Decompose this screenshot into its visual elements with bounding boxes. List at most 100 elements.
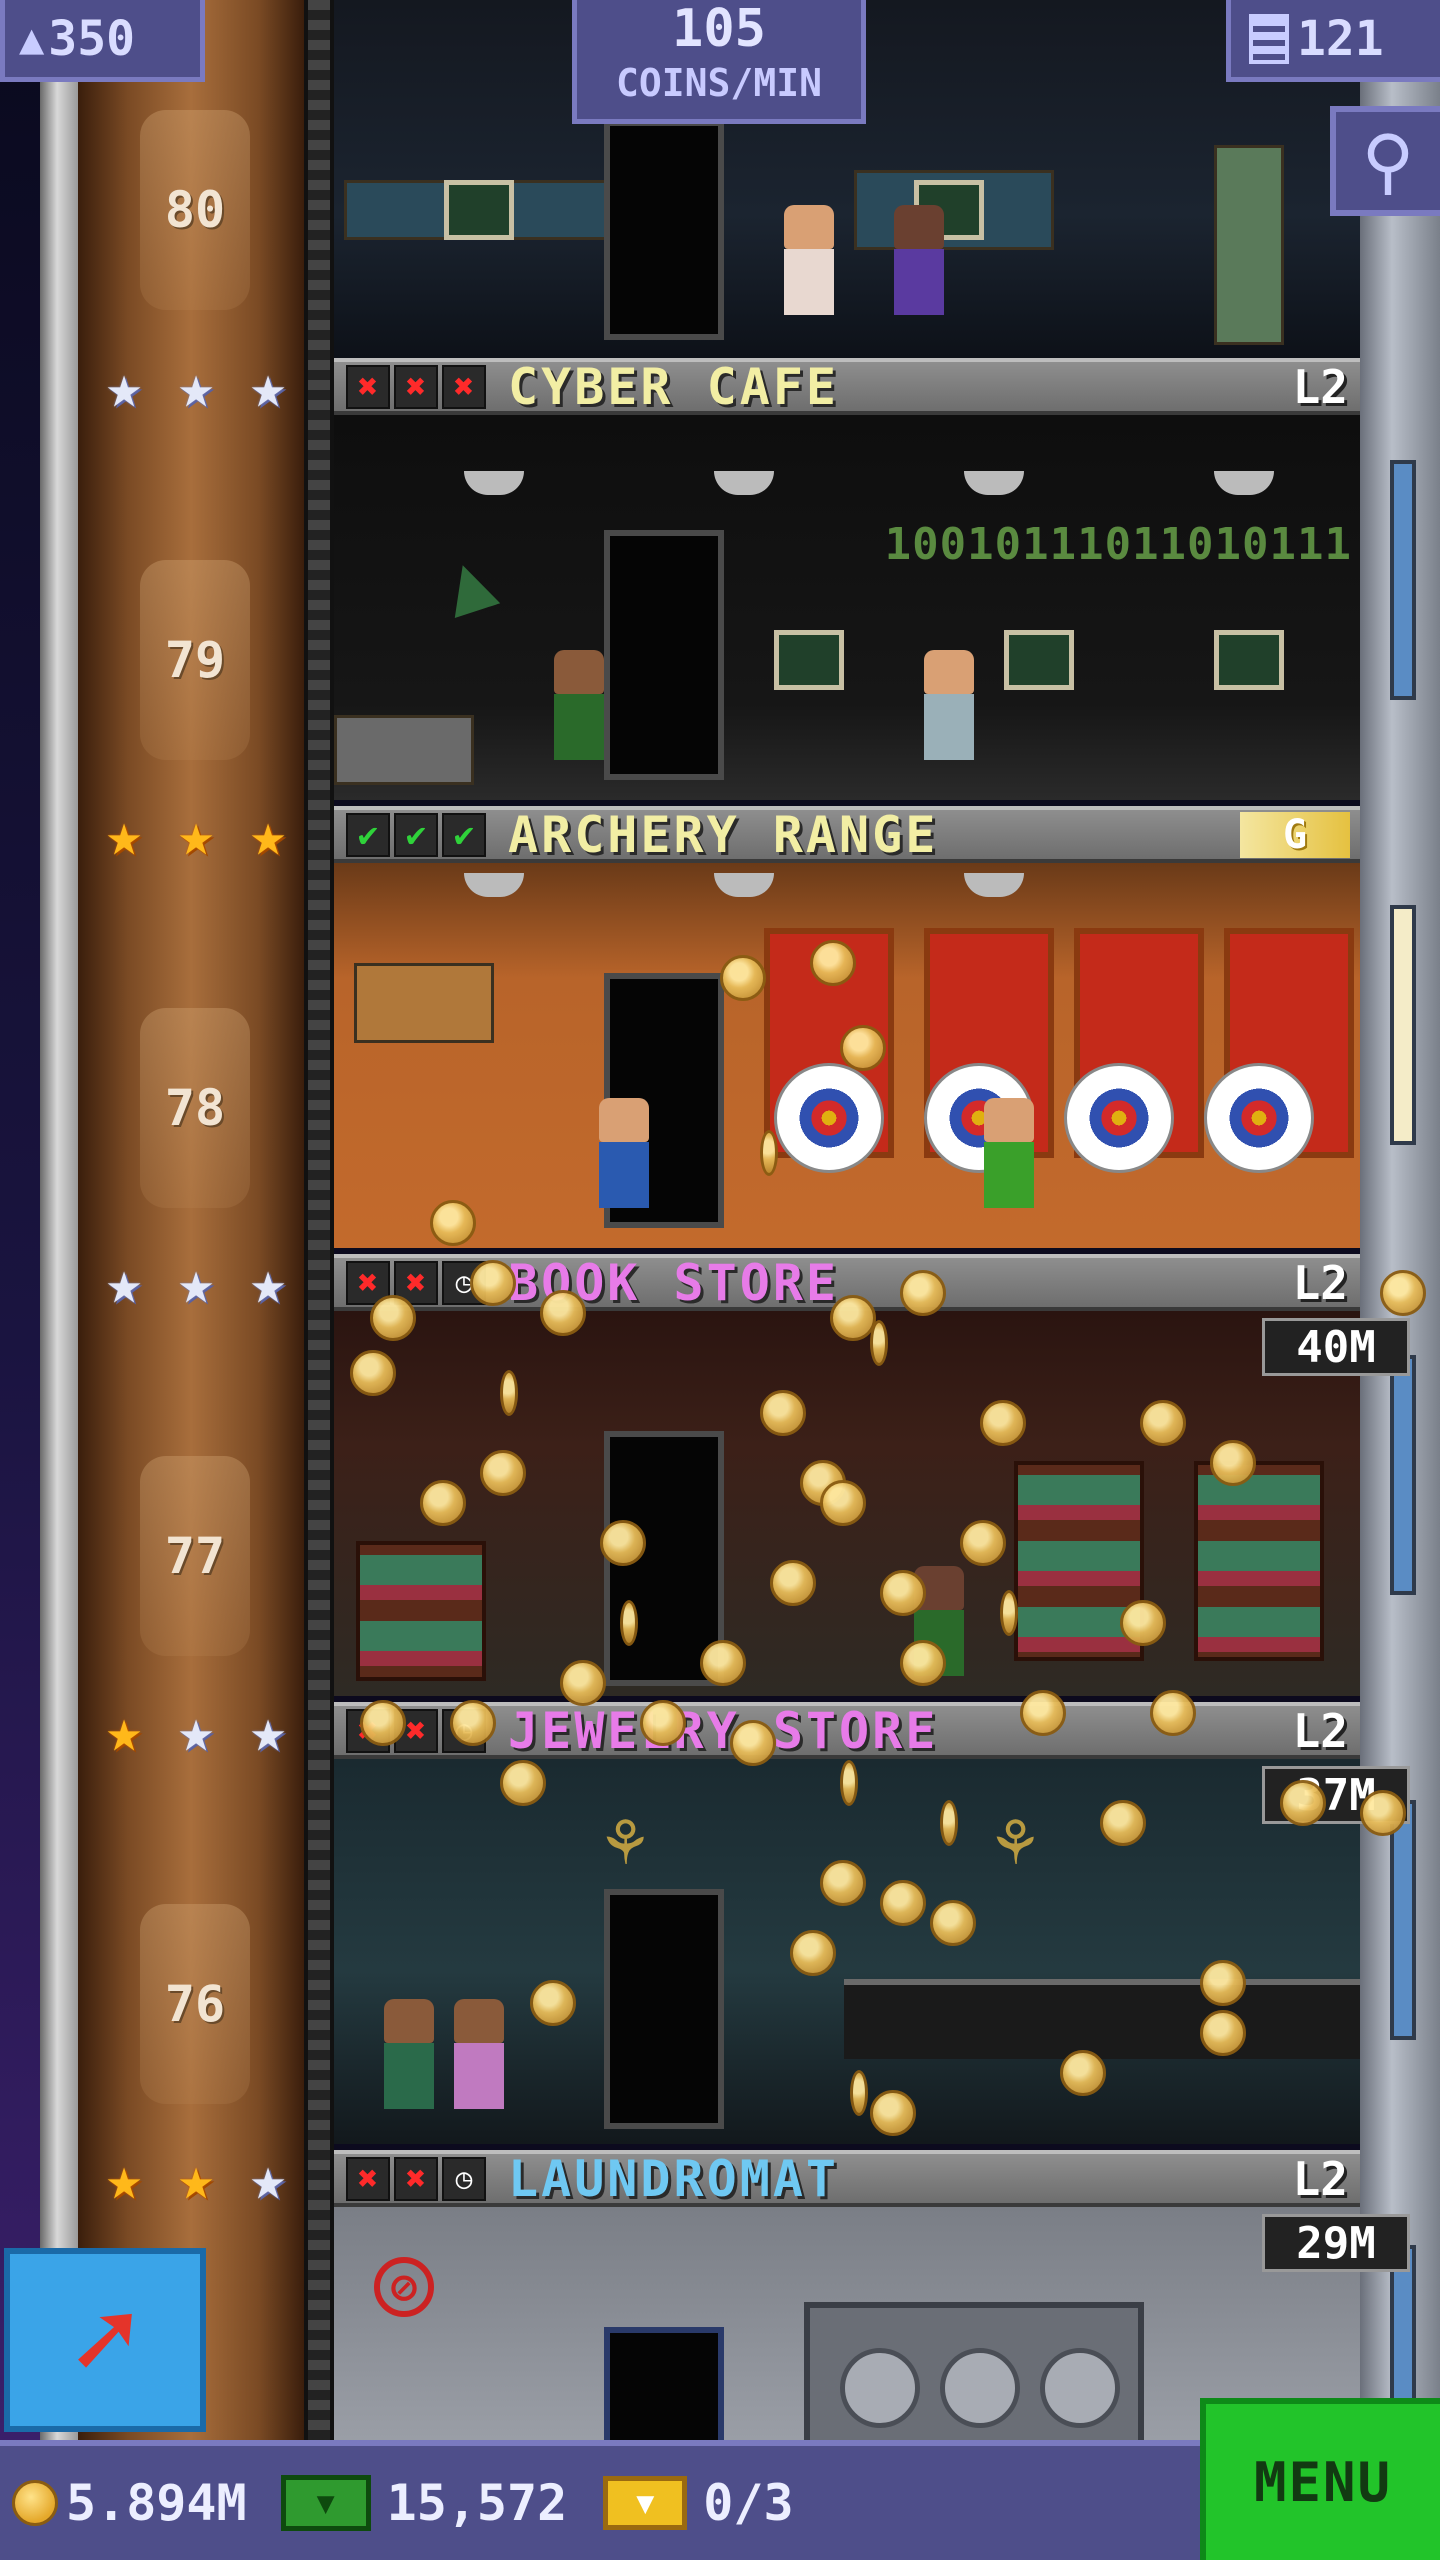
tenant-person[interactable] <box>599 1098 649 1208</box>
coin-particle <box>370 1295 416 1341</box>
out-of-stock-icon: ✖ <box>394 364 438 409</box>
bux-value: 15,572 <box>386 2474 568 2532</box>
stock-status: ✖ ✖ ◷ <box>346 2156 498 2201</box>
coin-particle <box>1100 1800 1146 1846</box>
elevator-rail <box>304 0 334 2440</box>
machine-dial <box>940 2348 1020 2428</box>
coin-particle <box>730 1720 776 1766</box>
binary-wall-text: 10010111011010111 <box>884 519 1352 570</box>
floor-label-bar[interactable]: ✔ ✔ ✔ ARCHERY RANGE G <box>334 805 1360 864</box>
room-cyber-cafe[interactable]: ▲ 10010111011010111 <box>334 415 1360 800</box>
star-icon: ★ <box>249 2144 287 2214</box>
stock-status: ✖ ✖ ✖ <box>346 364 498 409</box>
coin-particle <box>420 1480 466 1526</box>
magnifier-button[interactable]: ⚲ <box>1330 106 1440 216</box>
in-stock-check-icon: ✔ <box>346 812 390 857</box>
ceiling-lamp <box>964 471 1024 495</box>
tickets-value: 0/3 <box>703 2474 794 2532</box>
coin-particle <box>930 1900 976 1946</box>
ticket-icon: ▼ <box>603 2476 688 2530</box>
in-stock-check-icon: ✔ <box>442 812 486 857</box>
coin-particle <box>1000 1590 1018 1636</box>
out-of-stock-icon: ✖ <box>346 364 390 409</box>
floor-count-value: 121 <box>1297 10 1384 67</box>
coins-rate-value: 105 <box>672 0 766 59</box>
tenant-person[interactable] <box>984 1098 1034 1208</box>
bow-rack <box>354 963 494 1043</box>
coins-rate-display: 105 COINS/MIN <box>572 0 866 124</box>
person-up-icon: ▲ <box>19 14 45 63</box>
coin-particle <box>1020 1690 1066 1736</box>
no-sign-icon: ⊘ <box>374 2257 434 2317</box>
coin-particle <box>560 1660 606 1706</box>
cafe-counter <box>334 715 474 785</box>
star-icon: ★ <box>249 352 287 422</box>
exterior-window <box>1390 1355 1416 1595</box>
building-icon <box>1249 13 1289 64</box>
coin-particle <box>980 1400 1026 1446</box>
coin-particle <box>880 1570 926 1616</box>
population-counter[interactable]: ▲ 350 <box>0 0 205 82</box>
floor-level: L2 <box>1292 1255 1348 1310</box>
coin-particle <box>350 1350 396 1396</box>
floor-label-bar[interactable]: ✖ ✖ ◷ LAUNDROMAT L2 <box>334 2150 1360 2208</box>
room-door <box>604 530 724 780</box>
floor-name: CYBER CAFE <box>508 357 840 416</box>
building-exterior-column <box>1360 0 1440 2440</box>
floor-number: 77 <box>140 1456 250 1656</box>
star-icon: ★ <box>177 1696 215 1766</box>
coin-particle <box>1280 1780 1326 1826</box>
computer-monitor <box>1214 630 1284 690</box>
tenant-person[interactable] <box>894 205 944 315</box>
coin-particle <box>790 1930 836 1976</box>
magnifier-icon: ⚲ <box>1361 119 1415 203</box>
coin-particle <box>960 1520 1006 1566</box>
menu-button[interactable]: MENU <box>1200 2398 1440 2560</box>
coin-particle <box>820 1860 866 1906</box>
coin-particle <box>1360 1790 1406 1836</box>
ceiling-lamp <box>464 873 524 897</box>
coin-particle <box>840 1760 858 1806</box>
coin-icon <box>12 2480 58 2526</box>
tenant-person[interactable] <box>554 650 604 760</box>
chandelier-icon: ⚘ <box>604 1799 647 1881</box>
tenant-person[interactable] <box>784 205 834 315</box>
ceiling-lamp <box>714 873 774 897</box>
floor-count-counter[interactable]: 121 <box>1226 0 1440 82</box>
room-jewelry-store[interactable]: ⚘ ⚘ <box>334 1759 1360 2144</box>
coin-particle <box>1200 2010 1246 2056</box>
floor-number: 79 <box>140 560 250 760</box>
star-icon: ★ <box>177 1248 215 1318</box>
star-icon: ★ <box>177 800 215 870</box>
tenant-person[interactable] <box>384 1999 434 2109</box>
coin-particle <box>620 1600 638 1646</box>
filing-cabinet <box>1214 145 1284 345</box>
out-of-stock-icon: ✖ <box>394 2156 438 2201</box>
ceiling-lamp <box>464 471 524 495</box>
coin-particle <box>940 1800 958 1846</box>
coin-particle <box>480 1450 526 1496</box>
floor-stars: ★ ★ ★ <box>92 802 302 868</box>
washing-machine <box>804 2302 1144 2440</box>
out-of-stock-icon: ✖ <box>346 2156 390 2201</box>
star-icon: ★ <box>177 352 215 422</box>
coin-particle <box>500 1370 518 1416</box>
space-background <box>0 0 40 2440</box>
coin-particle <box>760 1130 778 1176</box>
floor-label-bar[interactable]: ✖ ✖ ✖ CYBER CAFE L2 <box>334 357 1360 416</box>
floor-name: ARCHERY RANGE <box>508 805 939 864</box>
room-door <box>604 2327 724 2440</box>
coin-particle <box>720 955 766 1001</box>
star-icon: ★ <box>105 800 143 870</box>
coin-particle <box>830 1295 876 1341</box>
star-icon: ★ <box>249 1696 287 1766</box>
stock-status: ✔ ✔ ✔ <box>346 812 498 857</box>
coin-particle <box>470 1260 516 1306</box>
floor-stars: ★ ★ ★ <box>92 1698 302 1764</box>
tenant-person[interactable] <box>454 1999 504 2109</box>
floor-stars: ★ ★ ★ <box>92 354 302 420</box>
bookshelf <box>1194 1461 1324 1661</box>
build-floor-button[interactable]: ➚ <box>4 2248 206 2432</box>
coin-particle <box>840 1025 886 1071</box>
tenant-person[interactable] <box>924 650 974 760</box>
